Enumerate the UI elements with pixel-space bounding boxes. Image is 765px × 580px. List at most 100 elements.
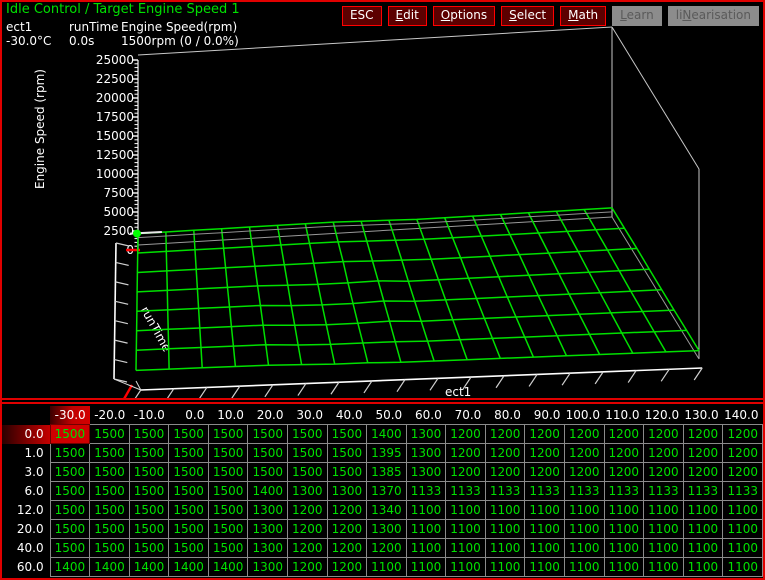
table-column-header[interactable]: 40.0 [327, 406, 367, 425]
table-cell[interactable]: 1200 [643, 443, 684, 463]
table-cell[interactable]: 1500 [89, 481, 130, 501]
table-cell[interactable]: 1200 [326, 519, 368, 539]
table-cell[interactable]: 1500 [49, 424, 91, 444]
table-cell[interactable]: 1100 [445, 557, 486, 577]
table-cell[interactable]: 1500 [49, 519, 91, 539]
table-cell[interactable]: 1100 [484, 557, 526, 577]
table-cell[interactable]: 1500 [128, 481, 170, 501]
table-cell[interactable]: 1500 [168, 424, 209, 444]
table-body[interactable]: 0.0 1500 1500 1500 1500 1500 1500 1500 1500 1400 1… [2, 424, 763, 577]
table-cell[interactable]: 1500 [247, 424, 288, 444]
table-cell[interactable]: 1200 [326, 557, 368, 577]
table-cell[interactable]: 1300 [247, 500, 288, 520]
table-row[interactable]: 20.0 1500 1500 1500 1500 1500 1300 1200 1200 1300… [2, 519, 763, 539]
table-cell[interactable]: 1100 [643, 557, 684, 577]
table-row[interactable]: 3.0 1500 1500 1500 1500 1500 1500 1500 1500 1385 1… [2, 462, 763, 482]
table-cell[interactable]: 1100 [524, 500, 565, 520]
table-cell[interactable]: 1300 [405, 443, 447, 463]
table-column-header[interactable]: 30.0 [287, 406, 328, 425]
table-cell[interactable]: 1500 [326, 424, 368, 444]
table-cell[interactable]: 1300 [405, 424, 447, 444]
table-column-header[interactable]: 110.0 [604, 406, 644, 425]
table-cell[interactable]: 1100 [405, 538, 447, 558]
table-cell[interactable]: 1500 [326, 443, 368, 463]
table-cell[interactable]: 1500 [49, 462, 91, 482]
table-cell[interactable]: 1200 [445, 424, 486, 444]
table-cell[interactable]: 1100 [445, 500, 486, 520]
table-cell[interactable]: 1200 [326, 500, 368, 520]
table-column-header[interactable]: 100.0 [564, 406, 604, 425]
table-cell[interactable]: 1500 [207, 481, 249, 501]
table-cell[interactable]: 1133 [563, 481, 605, 501]
table-cell[interactable]: 1100 [563, 538, 605, 558]
table-cell[interactable]: 1100 [682, 519, 724, 539]
table-row-header[interactable]: 12.0 [2, 500, 51, 520]
table-cell[interactable]: 1100 [563, 500, 605, 520]
table-cell[interactable]: 1100 [603, 500, 645, 520]
table-cell[interactable]: 1100 [722, 557, 763, 577]
table-row-header[interactable]: 20.0 [2, 519, 51, 539]
table-cell[interactable]: 1300 [247, 538, 288, 558]
table-row[interactable]: 1.0 1500 1500 1500 1500 1500 1500 1500 1500 1395 1… [2, 443, 763, 463]
table-cell[interactable]: 1100 [366, 557, 407, 577]
table-cell[interactable]: 1100 [603, 519, 645, 539]
table-cell[interactable]: 1100 [722, 538, 763, 558]
table-column-header[interactable]: 90.0 [524, 406, 565, 425]
table-cell[interactable]: 1500 [207, 424, 249, 444]
table-column-header[interactable]: 20.0 [247, 406, 288, 425]
table-cell[interactable]: 1100 [643, 519, 684, 539]
data-table-panel[interactable]: -30.0 -20.0 -10.0 0.0 10.0 20.0 30.0 40.0 50.0 60… [2, 406, 763, 578]
table-cell[interactable]: 1100 [682, 538, 724, 558]
table-cell[interactable]: 1200 [484, 424, 526, 444]
table-cell[interactable]: 1500 [128, 443, 170, 463]
table-cell[interactable]: 1500 [128, 538, 170, 558]
table-cell[interactable]: 1200 [287, 557, 328, 577]
table-cell[interactable]: 1200 [603, 424, 645, 444]
table-cell[interactable]: 1200 [287, 538, 328, 558]
table-cell[interactable]: 1300 [287, 481, 328, 501]
table-cell[interactable]: 1500 [128, 500, 170, 520]
table-cell[interactable]: 1500 [49, 481, 91, 501]
table-cell[interactable]: 1500 [128, 519, 170, 539]
table-cell[interactable]: 1100 [524, 557, 565, 577]
table-cell[interactable]: 1133 [405, 481, 447, 501]
table-row[interactable]: 40.0 1500 1500 1500 1500 1500 1300 1200 1200 1200… [2, 538, 763, 558]
table-cell[interactable]: 1500 [168, 500, 209, 520]
surface-plot-3d[interactable] [2, 2, 763, 398]
table-cell[interactable]: 1100 [405, 557, 447, 577]
table-cell[interactable]: 1200 [287, 500, 328, 520]
table-cell[interactable]: 1370 [366, 481, 407, 501]
table-cell[interactable]: 1385 [366, 462, 407, 482]
plot-panel[interactable]: Idle Control / Target Engine Speed 1 ect… [2, 2, 763, 398]
table-cell[interactable]: 1500 [49, 538, 91, 558]
table-cell[interactable]: 1200 [366, 538, 407, 558]
table-cell[interactable]: 1200 [524, 443, 565, 463]
table-cell[interactable]: 1200 [643, 424, 684, 444]
table-row-header[interactable]: 60.0 [2, 557, 51, 577]
table-row-header[interactable]: 1.0 [2, 443, 51, 463]
table-cell[interactable]: 1200 [682, 462, 724, 482]
table-cell[interactable]: 1100 [603, 538, 645, 558]
table-cell[interactable]: 1100 [682, 500, 724, 520]
table-cell[interactable]: 1400 [49, 557, 91, 577]
table-row-header[interactable]: 0.0 [2, 424, 51, 444]
table-cell[interactable]: 1300 [326, 481, 368, 501]
table-cell[interactable]: 1133 [524, 481, 565, 501]
table-cell[interactable]: 1500 [326, 462, 368, 482]
table-cell[interactable]: 1100 [722, 500, 763, 520]
table-cell[interactable]: 1395 [366, 443, 407, 463]
table-cell[interactable]: 1100 [484, 519, 526, 539]
table-cell[interactable]: 1500 [49, 443, 91, 463]
table-cell[interactable]: 1133 [445, 481, 486, 501]
table-cell[interactable]: 1500 [168, 481, 209, 501]
table-cell[interactable]: 1500 [287, 462, 328, 482]
table-cell[interactable]: 1300 [405, 462, 447, 482]
table-cell[interactable]: 1200 [524, 462, 565, 482]
table-cell[interactable]: 1200 [524, 424, 565, 444]
table-row[interactable]: 6.0 1500 1500 1500 1500 1500 1400 1300 1300 1370 1… [2, 481, 763, 501]
table-column-header[interactable]: 60.0 [406, 406, 446, 425]
table-column-header[interactable]: 80.0 [485, 406, 525, 425]
table-cell[interactable]: 1200 [563, 462, 605, 482]
table-cell[interactable]: 1200 [682, 424, 724, 444]
table-cell[interactable]: 1500 [89, 443, 130, 463]
